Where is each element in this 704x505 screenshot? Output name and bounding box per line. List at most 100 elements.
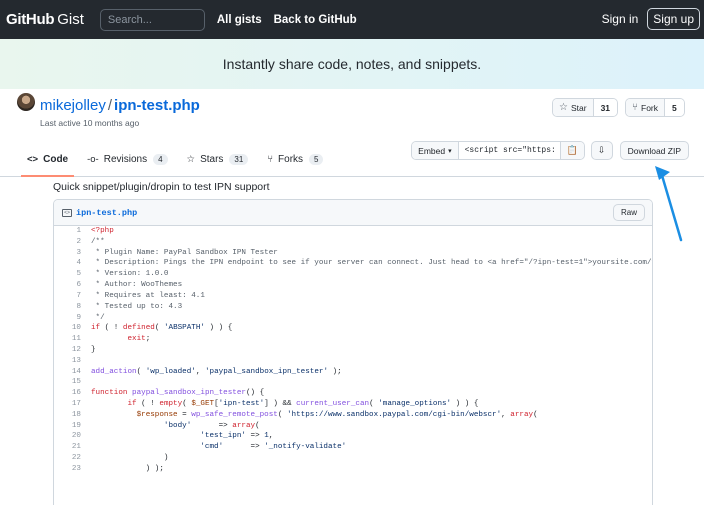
gist-header: mikejolley / ipn-test.php Last active 10 m… <box>0 89 704 177</box>
line-content: <?php <box>91 227 114 235</box>
line-content: 'test_ipn' => 1, <box>200 432 274 441</box>
line-content: ) <box>91 454 169 463</box>
line-number[interactable]: 14 <box>54 367 81 378</box>
file-header: <> ipn-test.php Raw <box>54 200 652 226</box>
line-content: /** <box>91 237 105 246</box>
signup-banner: Instantly share code, notes, and snippet… <box>0 39 704 89</box>
star-outline-icon: ☆ <box>559 102 568 113</box>
line-number[interactable]: 9 <box>54 313 81 324</box>
fork-icon: ⑂ <box>632 102 638 113</box>
code-line: 3 * Plugin Name: PayPal Sandbox IPN Test… <box>54 248 652 259</box>
line-number[interactable]: 16 <box>54 388 81 399</box>
star-label: Star <box>570 102 587 113</box>
line-content: if ( ! empty( $_GET['ipn-test'] ) && cur… <box>127 400 479 408</box>
tab-code-label: Code <box>43 153 69 165</box>
logo-gist-text: Gist <box>57 11 84 28</box>
gist-description: Quick snippet/plugin/dropin to test IPN … <box>53 181 270 193</box>
desktop-download-icon: ⇩ <box>597 145 606 155</box>
line-number[interactable]: 12 <box>54 345 81 356</box>
clipboard-icon: 📋 <box>566 145 578 155</box>
tab-revisions-label: Revisions <box>103 153 148 165</box>
tab-code[interactable]: <> Code <box>20 142 75 177</box>
code-line: 12} <box>54 345 652 356</box>
line-number[interactable]: 18 <box>54 410 81 421</box>
line-number[interactable]: 1 <box>54 226 81 237</box>
line-content: exit; <box>127 335 151 344</box>
download-zip-button[interactable]: Download ZIP <box>619 141 689 160</box>
line-number[interactable]: 19 <box>54 421 81 432</box>
line-content: $response = wp_safe_remote_post( 'https:… <box>136 410 538 419</box>
file-name-link[interactable]: ipn-test.php <box>76 208 137 218</box>
line-content <box>81 356 91 367</box>
code-line: 4 * Description: Pings the IPN endpoint … <box>54 258 652 269</box>
gist-title: mikejolley / ipn-test.php <box>40 97 200 114</box>
code-line: 8 * Tested up to: 4.3 <box>54 302 652 313</box>
code-line: 7 * Requires at least: 4.1 <box>54 291 652 302</box>
line-number[interactable]: 3 <box>54 248 81 259</box>
logo-github-text: GitHub <box>6 11 55 28</box>
tab-revisions[interactable]: -o- Revisions 4 <box>87 142 168 176</box>
open-in-desktop-button[interactable]: ⇩ <box>590 141 613 160</box>
code-line: 20 'test_ipn' => 1, <box>54 431 652 442</box>
line-number[interactable]: 7 <box>54 291 81 302</box>
line-number[interactable]: 23 <box>54 464 81 475</box>
copy-button[interactable]: 📋 <box>559 142 584 159</box>
fork-button[interactable]: ⑂ Fork <box>626 99 664 116</box>
line-content: 'cmd' => '_notify-validate' <box>200 443 347 452</box>
title-separator: / <box>107 97 113 114</box>
embed-dropdown[interactable]: Embed ▾ <box>412 142 459 159</box>
gist-name-link[interactable]: ipn-test.php <box>114 97 200 114</box>
star-icon: ☆ <box>186 153 196 165</box>
file-box: <> ipn-test.php Raw 1 <?php 2 /** 3 * Plugin… <box>53 199 653 505</box>
arrow-shaft <box>659 170 683 242</box>
code-line: 14 add_action( 'wp_loaded', 'paypal_sandb… <box>54 367 652 378</box>
fork-count[interactable]: 5 <box>664 99 684 116</box>
code-line: 17 if ( ! empty( $_GET['ipn-test'] ) && … <box>54 399 652 410</box>
code-line: 11 exit; <box>54 334 652 345</box>
star-count[interactable]: 31 <box>592 99 618 116</box>
line-number[interactable]: 10 <box>54 323 81 334</box>
star-button[interactable]: ☆ Star <box>553 99 593 116</box>
avatar[interactable] <box>17 93 35 111</box>
code-line: 15 <box>54 377 652 388</box>
search-input[interactable] <box>99 8 205 31</box>
fork-button-group[interactable]: ⑂ Fork 5 <box>625 98 685 117</box>
sign-in-link[interactable]: Sign in <box>602 12 639 26</box>
fork-label: Fork <box>641 102 658 113</box>
embed-url-input[interactable] <box>458 142 560 159</box>
gist-tabs: <> Code -o- Revisions 4 ☆ Stars 31 ⑂ For… <box>20 142 342 177</box>
line-content: add_action( 'wp_loaded', 'paypal_sandbox… <box>91 367 342 376</box>
raw-button[interactable]: Raw <box>612 204 645 221</box>
code-line: 18 $response = wp_safe_remote_post( 'htt… <box>54 410 652 421</box>
back-to-github-link[interactable]: Back to GitHub <box>274 14 357 26</box>
tab-forks[interactable]: ⑂ Forks 5 <box>267 142 324 176</box>
line-number[interactable]: 15 <box>54 377 81 388</box>
revisions-icon: -o- <box>87 153 99 165</box>
line-number[interactable]: 8 <box>54 302 81 313</box>
tab-stars[interactable]: ☆ Stars 31 <box>187 142 249 176</box>
line-number[interactable]: 22 <box>54 453 81 464</box>
code-line: 5 * Version: 1.0.0 <box>54 269 652 280</box>
line-number[interactable]: 11 <box>54 334 81 345</box>
sign-up-button[interactable]: Sign up <box>647 8 700 30</box>
top-nav-bar: GitHub Gist All gists Back to GitHub Sig… <box>0 0 704 39</box>
line-number[interactable]: 2 <box>54 237 81 248</box>
all-gists-link[interactable]: All gists <box>217 14 262 26</box>
last-active-text: Last active 10 months ago <box>40 118 140 128</box>
line-number[interactable]: 20 <box>54 431 81 442</box>
code-icon: <> <box>27 153 39 165</box>
github-gist-logo[interactable]: GitHub Gist <box>6 11 84 28</box>
line-content: * Version: 1.0.0 <box>91 270 169 279</box>
line-number[interactable]: 4 <box>54 258 81 269</box>
line-number[interactable]: 6 <box>54 280 81 291</box>
code-line: 13 <box>54 356 652 367</box>
forks-count: 5 <box>309 153 324 165</box>
star-button-group[interactable]: ☆ Star 31 <box>552 98 619 117</box>
line-number[interactable]: 17 <box>54 399 81 410</box>
line-number[interactable]: 13 <box>54 356 81 367</box>
owner-link[interactable]: mikejolley <box>40 97 106 114</box>
line-content: if ( ! defined( 'ABSPATH' ) ) { <box>91 324 233 333</box>
line-content: * Plugin Name: PayPal Sandbox IPN Tester <box>91 248 278 257</box>
line-number[interactable]: 21 <box>54 442 81 453</box>
line-number[interactable]: 5 <box>54 269 81 280</box>
